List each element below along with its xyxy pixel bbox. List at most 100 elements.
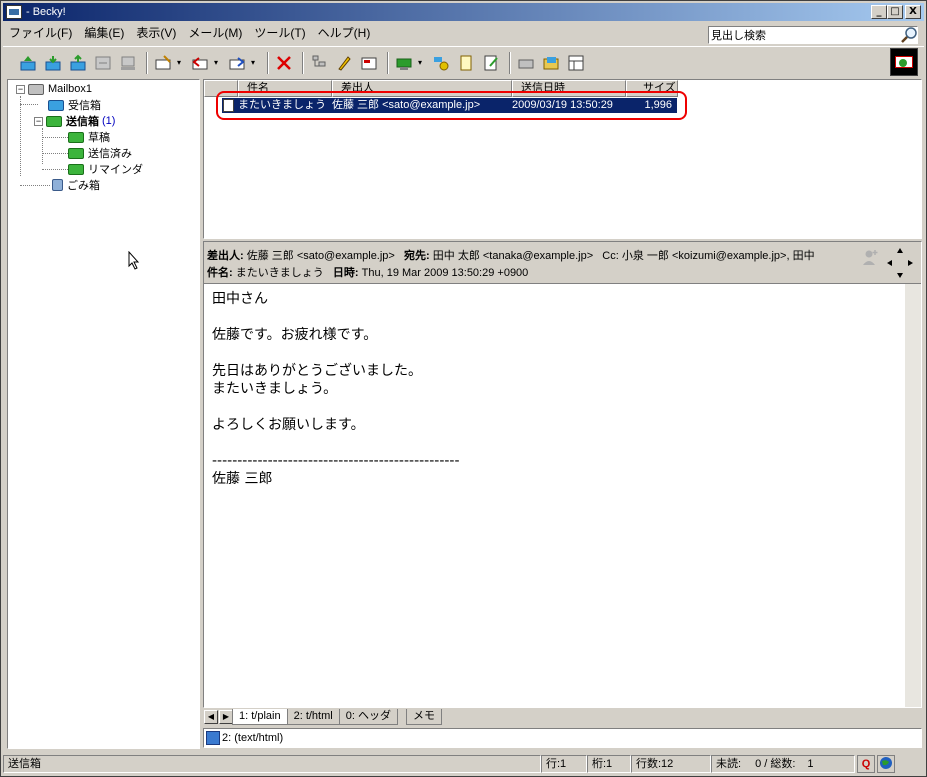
q-icon[interactable]: Q [857, 755, 875, 773]
toolbar-separator [509, 51, 511, 74]
tree-item-drafts[interactable]: 草稿 [68, 129, 110, 145]
tree-item-outbox[interactable]: − 送信箱 (1) [34, 113, 115, 129]
delete-icon[interactable] [273, 52, 295, 74]
status-unread-label: 未読: [716, 758, 742, 770]
menu-tools[interactable]: ツール(T) [248, 24, 311, 43]
menu-edit[interactable]: 編集(E) [78, 24, 130, 43]
chevron-down-icon[interactable]: ▾ [418, 58, 426, 67]
preview-header-line2: 件名: またいきましょう 日時: Thu, 19 Mar 2009 13:50:… [207, 264, 528, 280]
app-icon [6, 5, 22, 19]
subject-value: またいきましょう [235, 267, 324, 279]
from-value[interactable]: 佐藤 三郎 <sato@example.jp> [247, 250, 395, 262]
tree-line [42, 153, 68, 154]
status-folder: 送信箱 [3, 755, 541, 773]
tab-headers[interactable]: 0: ヘッダ [338, 709, 398, 725]
forward-icon[interactable] [226, 52, 248, 74]
chevron-down-icon[interactable]: ▾ [177, 58, 185, 67]
globe-icon[interactable] [877, 755, 895, 773]
status-counts: 未読: 0 / 総数: 1 [711, 755, 855, 773]
layout-icon[interactable] [565, 52, 587, 74]
to-label: 宛先: [404, 250, 430, 262]
trash-icon [52, 179, 63, 191]
part-tabs: ◀ ▶ 1: t/plain 2: t/html 0: ヘッダ メモ [203, 708, 922, 726]
window-title: - Becky! [26, 6, 66, 18]
tree-item-reminder[interactable]: リマインダ [68, 161, 143, 177]
minimize-button[interactable]: _ [871, 5, 887, 19]
tree-item-label: ごみ箱 [67, 180, 100, 192]
message-body[interactable]: 田中さん 佐藤です。お疲れ様です。 先日はありがとうございました。 またいきまし… [212, 290, 460, 488]
folder-tree: − Mailbox1 受信箱 − 送信箱 (1) 草稿 送信済み リマインダ ご… [7, 79, 200, 749]
tree-item-label: リマインダ [88, 164, 143, 176]
attachment-bar: 2: (text/html) [203, 728, 922, 748]
date-label: 日時: [332, 267, 359, 279]
collapse-icon[interactable]: − [16, 84, 25, 94]
send-mail-icon[interactable] [67, 52, 89, 74]
template-icon[interactable] [480, 52, 502, 74]
drafts-folder-icon [68, 131, 84, 143]
cc-value[interactable]: Cc: 小泉 一郎 <koizumi@example.jp>, 田中 [602, 250, 814, 262]
chevron-down-icon[interactable]: ▾ [214, 58, 222, 67]
from-label: 差出人: [207, 250, 244, 262]
new-message-icon[interactable] [152, 52, 174, 74]
outbox-icon [46, 115, 62, 127]
sent-folder-icon [68, 147, 84, 159]
menu-file[interactable]: ファイル(F) [3, 24, 78, 43]
collapse-icon[interactable]: − [34, 116, 43, 126]
attachment-label[interactable]: 2: (text/html) [222, 732, 283, 744]
toolbar-separator [267, 51, 269, 74]
inbox-icon [48, 99, 64, 111]
tree-item-sent[interactable]: 送信済み [68, 145, 132, 161]
title-bar: - Becky! _ □ X [3, 3, 924, 21]
tree-line [20, 96, 21, 176]
sync-icon[interactable] [92, 52, 114, 74]
edit-pencil-icon[interactable] [333, 52, 355, 74]
reminder-folder-icon [68, 163, 84, 175]
tab-next-button[interactable]: ▶ [219, 710, 233, 724]
status-line-count: 行数:12 [631, 755, 711, 773]
address-book-icon[interactable] [393, 52, 415, 74]
header-search-input[interactable] [709, 27, 899, 43]
tree-item-label: 受信箱 [68, 100, 101, 112]
html-attachment-icon[interactable] [206, 731, 220, 745]
archive-icon[interactable] [515, 52, 537, 74]
tree-line [42, 169, 68, 170]
preview-scrollbar[interactable] [905, 284, 921, 707]
status-bar: 送信箱 行:1 桁:1 行数:12 未読: 0 / 総数: 1 Q [3, 753, 924, 775]
status-line: 行:1 [541, 755, 587, 773]
tab-memo[interactable]: メモ [405, 709, 442, 725]
tree-line [20, 185, 50, 186]
tab-text-html[interactable]: 2: t/html [286, 709, 340, 725]
status-unread-total: 0 / 総数: [755, 758, 796, 770]
tab-prev-button[interactable]: ◀ [204, 710, 218, 724]
add-contact-icon[interactable] [861, 248, 879, 266]
computer-icon [28, 83, 44, 95]
tree-item-trash[interactable]: ごみ箱 [52, 177, 100, 193]
folder-icon[interactable] [540, 52, 562, 74]
offline-icon[interactable] [117, 52, 139, 74]
settings-icon[interactable] [430, 52, 452, 74]
chevron-down-icon[interactable]: ▾ [251, 58, 259, 67]
close-button[interactable]: X [905, 5, 921, 19]
check-all-mail-icon[interactable] [17, 52, 39, 74]
status-total: 1 [807, 758, 814, 770]
properties-icon[interactable] [358, 52, 380, 74]
reply-icon[interactable] [189, 52, 211, 74]
date-value: Thu, 19 Mar 2009 13:50:29 +0900 [361, 267, 529, 279]
to-value[interactable]: 田中 太郎 <tanaka@example.jp> [433, 250, 593, 262]
tree-item-mailbox1[interactable]: − Mailbox1 [16, 81, 92, 97]
menu-mail[interactable]: メール(M) [182, 24, 248, 43]
tree-item-label: 送信箱 [66, 116, 99, 128]
navigation-arrows-icon[interactable] [885, 246, 915, 280]
toolbar-separator [302, 51, 304, 74]
thread-view-icon[interactable] [308, 52, 330, 74]
menu-help[interactable]: ヘルプ(H) [312, 24, 377, 43]
search-icon[interactable] [899, 25, 919, 45]
tree-item-label: 送信済み [88, 148, 132, 160]
maximize-button[interactable]: □ [887, 5, 903, 19]
receive-mail-icon[interactable] [42, 52, 64, 74]
tree-item-inbox[interactable]: 受信箱 [48, 97, 101, 113]
tab-text-plain[interactable]: 1: t/plain [232, 709, 288, 725]
becky-logo-icon [890, 48, 918, 76]
menu-view[interactable]: 表示(V) [130, 24, 182, 43]
memo-icon[interactable] [455, 52, 477, 74]
